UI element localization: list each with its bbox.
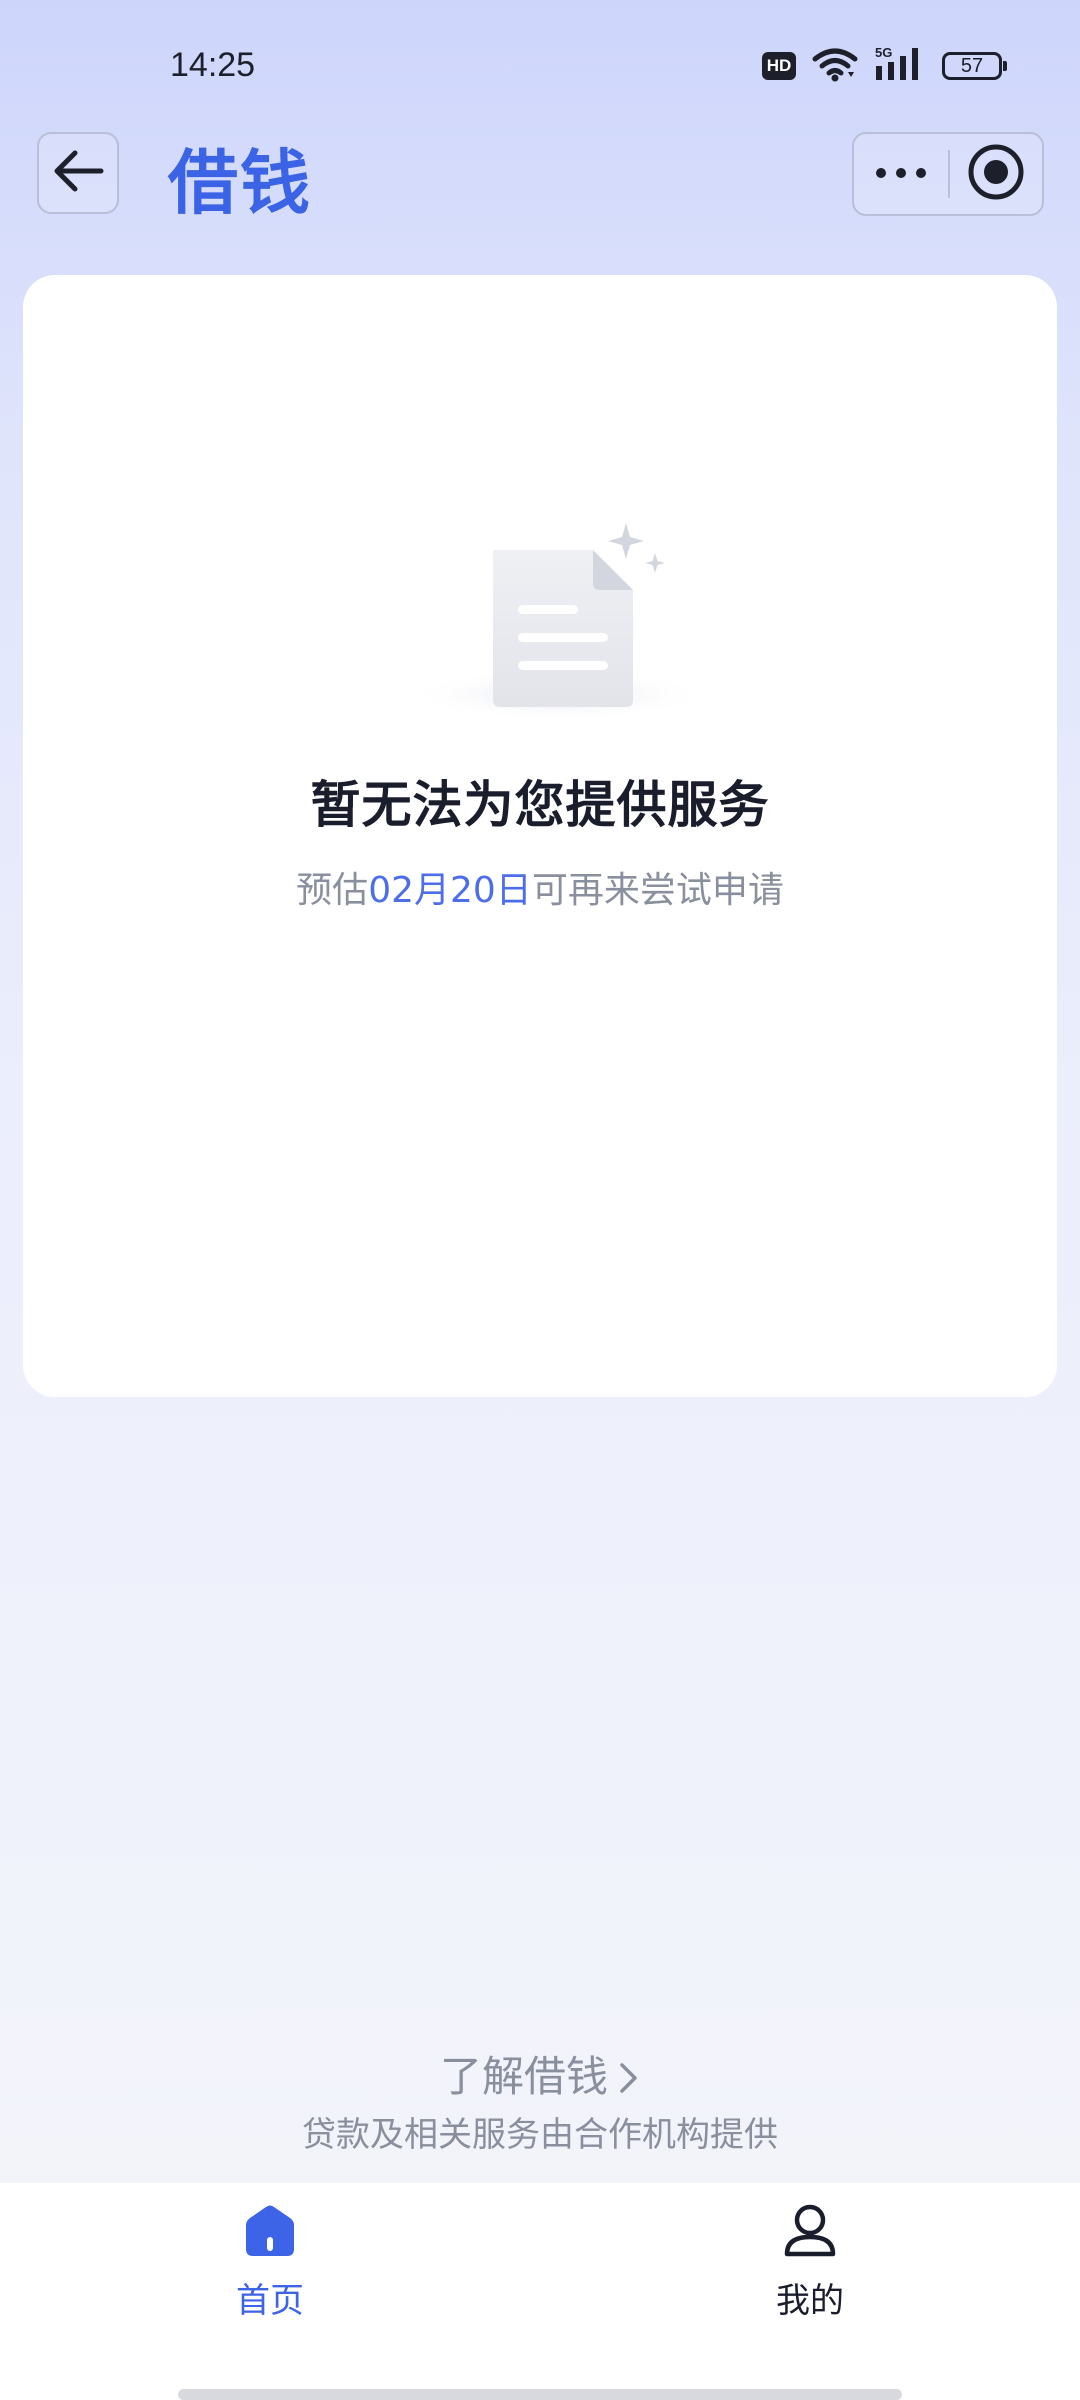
more-button[interactable] xyxy=(854,134,948,214)
tab-home[interactable]: 首页 xyxy=(170,2203,370,2333)
notice-sub-prefix: 预估 xyxy=(296,870,369,911)
home-indicator[interactable] xyxy=(178,2389,902,2400)
tab-mine-label: 我的 xyxy=(776,2281,844,2321)
tab-mine[interactable]: 我的 xyxy=(710,2203,910,2333)
notice-title: 暂无法为您提供服务 xyxy=(310,776,770,834)
signal-5g-icon: 5G xyxy=(874,44,926,88)
battery-level: 57 xyxy=(960,54,984,77)
page-title: 借钱 xyxy=(168,142,312,224)
status-time: 14:25 xyxy=(170,46,256,84)
back-button[interactable] xyxy=(37,132,119,214)
hd-icon: HD xyxy=(762,52,796,80)
empty-document-icon xyxy=(393,475,723,725)
status-icons: HD 5G 57 xyxy=(762,44,1007,88)
more-dots-icon xyxy=(873,165,929,184)
user-icon xyxy=(782,2203,838,2263)
notice-card: 暂无法为您提供服务 预估02月20日可再来尝试申请 xyxy=(23,275,1057,1397)
disclaimer: 贷款及相关服务由合作机构提供 xyxy=(302,2115,778,2155)
network-label: 5G xyxy=(875,45,892,60)
notice-sub-suffix: 可再来尝试申请 xyxy=(531,870,784,911)
mini-program-capsule xyxy=(852,132,1044,216)
close-button[interactable] xyxy=(950,134,1042,214)
tab-home-label: 首页 xyxy=(236,2281,304,2321)
wifi-icon xyxy=(812,46,858,86)
notice-subtitle: 预估02月20日可再来尝试申请 xyxy=(23,861,1057,913)
retry-date: 02月20日 xyxy=(368,870,532,911)
learn-more-link[interactable]: 了解借钱 xyxy=(0,2043,1080,2104)
learn-more-label: 了解借钱 xyxy=(439,2052,608,2101)
status-bar: 14:25 HD 5G 57 xyxy=(0,0,1080,130)
chevron-right-icon xyxy=(618,2055,640,2101)
battery-icon: 57 xyxy=(942,52,1007,80)
bottom-tab-bar: 首页 我的 xyxy=(0,2183,1080,2400)
target-close-icon xyxy=(966,142,1026,206)
arrow-left-icon xyxy=(51,149,105,197)
home-icon xyxy=(242,2203,298,2263)
